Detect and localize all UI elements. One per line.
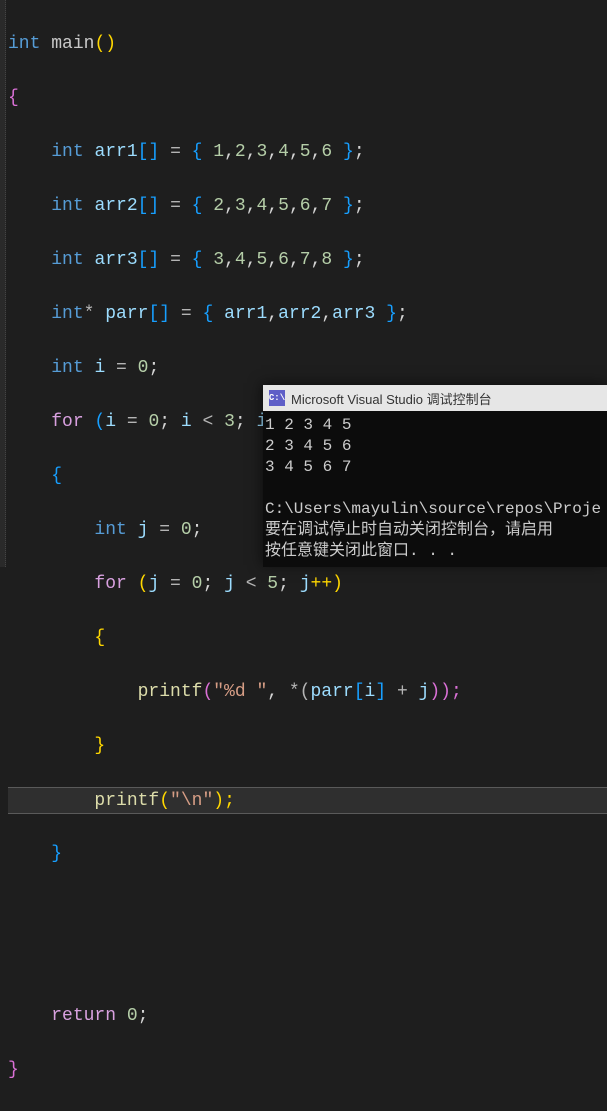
console-titlebar[interactable]: C:\ Microsoft Visual Studio 调试控制台 <box>263 385 607 411</box>
code-line: int arr3[] = { 3,4,5,6,7,8 }; <box>8 247 607 274</box>
code-line: return 0; <box>8 1003 607 1030</box>
code-line: int arr2[] = { 2,3,4,5,6,7 }; <box>8 193 607 220</box>
editor-gutter <box>0 0 6 567</box>
console-line: 2 3 4 5 6 <box>265 437 351 455</box>
console-icon: C:\ <box>269 390 285 406</box>
console-line: C:\Users\mayulin\source\repos\Proje <box>265 500 601 518</box>
console-line: 1 2 3 4 5 <box>265 416 351 434</box>
code-line: printf("%d ", *(parr[i] + j)); <box>8 679 607 706</box>
code-line: } <box>8 841 607 868</box>
code-line: } <box>8 1057 607 1084</box>
console-title-text: Microsoft Visual Studio 调试控制台 <box>291 389 492 408</box>
console-line: 要在调试停止时自动关闭控制台，请启用 <box>265 521 553 539</box>
code-line <box>8 895 607 922</box>
code-line-highlight: printf("\n"); <box>8 787 607 814</box>
code-line: } <box>8 733 607 760</box>
console-line: 3 4 5 6 7 <box>265 458 351 476</box>
code-line: int i = 0; <box>8 355 607 382</box>
code-line: int arr1[] = { 1,2,3,4,5,6 }; <box>8 139 607 166</box>
code-line: { <box>8 85 607 112</box>
code-line: for (j = 0; j < 5; j++) <box>8 571 607 598</box>
code-line <box>8 949 607 976</box>
code-line: { <box>8 625 607 652</box>
console-output[interactable]: 1 2 3 4 5 2 3 4 5 6 3 4 5 6 7 C:\Users\m… <box>263 411 607 566</box>
console-line: 按任意键关闭此窗口. . . <box>265 542 457 560</box>
debug-console-window[interactable]: C:\ Microsoft Visual Studio 调试控制台 1 2 3 … <box>263 385 607 567</box>
code-line: int main() <box>8 31 607 58</box>
code-line: int* parr[] = { arr1,arr2,arr3 }; <box>8 301 607 328</box>
